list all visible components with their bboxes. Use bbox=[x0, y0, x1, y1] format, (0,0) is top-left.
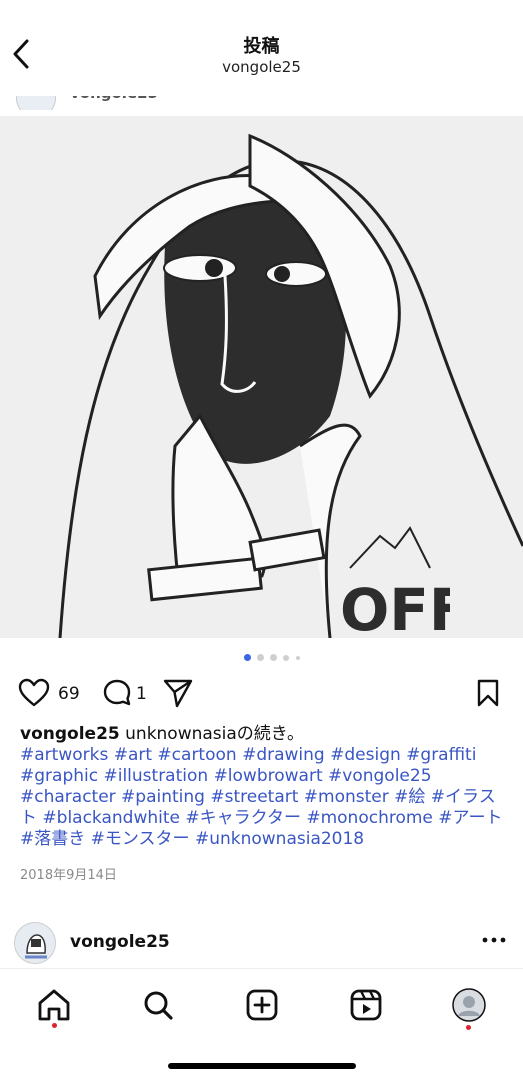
heart-icon bbox=[18, 678, 50, 707]
carousel-dot-active bbox=[244, 654, 251, 661]
create-icon bbox=[246, 989, 278, 1021]
username[interactable]: vongole25 bbox=[70, 932, 170, 952]
page-title: 投稿 bbox=[243, 36, 280, 57]
carousel-dot bbox=[283, 655, 289, 661]
carousel-dot bbox=[257, 654, 264, 661]
home-indicator bbox=[168, 1063, 356, 1069]
page-subtitle-username[interactable]: vongole25 bbox=[0, 58, 523, 76]
more-options-button[interactable] bbox=[481, 930, 507, 950]
reels-icon bbox=[350, 989, 382, 1021]
avatar-illustration bbox=[15, 923, 55, 963]
nav-search[interactable] bbox=[136, 983, 180, 1027]
caption-username[interactable]: vongole25 bbox=[20, 724, 120, 744]
carousel-dot bbox=[296, 656, 300, 660]
top-bar: 投稿 vongole25 bbox=[0, 0, 523, 96]
like-button[interactable] bbox=[18, 678, 50, 712]
search-icon bbox=[144, 991, 173, 1020]
post-image[interactable]: OFF bbox=[0, 116, 523, 639]
notification-dot bbox=[52, 1023, 57, 1028]
save-button[interactable] bbox=[476, 678, 500, 712]
post-action-bar: 69 1 bbox=[0, 676, 523, 712]
notification-dot bbox=[466, 1025, 471, 1030]
artwork-illustration bbox=[0, 116, 523, 639]
svg-text:OFF: OFF bbox=[340, 576, 450, 636]
post-date: 2018年9月14日 bbox=[20, 868, 117, 883]
bookmark-icon bbox=[477, 679, 499, 707]
comment-count[interactable]: 1 bbox=[136, 684, 147, 704]
post-caption: vongole25 unknownasiaの続き。 #artworks #art… bbox=[20, 724, 505, 850]
caption-text: unknownasiaの続き。 bbox=[125, 724, 304, 744]
carousel-indicator bbox=[0, 654, 523, 662]
nav-home[interactable] bbox=[32, 983, 76, 1028]
comment-button[interactable] bbox=[102, 678, 132, 712]
nav-create[interactable] bbox=[240, 983, 284, 1027]
avatar[interactable] bbox=[14, 922, 56, 964]
carousel-dot bbox=[270, 654, 277, 661]
comment-bubble-icon bbox=[103, 679, 131, 706]
shirt-text: OFF bbox=[340, 576, 450, 636]
next-post-header: vongole25 bbox=[0, 918, 523, 968]
like-count[interactable]: 69 bbox=[58, 684, 80, 704]
more-horizontal-icon bbox=[482, 937, 506, 943]
hashtag-list[interactable]: #artworks #art #cartoon #drawing #design… bbox=[20, 745, 505, 850]
nav-profile[interactable] bbox=[447, 983, 491, 1030]
paper-plane-icon bbox=[163, 679, 193, 708]
home-icon bbox=[38, 989, 70, 1021]
nav-reels[interactable] bbox=[344, 983, 388, 1027]
share-button[interactable] bbox=[162, 678, 194, 712]
profile-avatar-icon bbox=[452, 988, 486, 1022]
